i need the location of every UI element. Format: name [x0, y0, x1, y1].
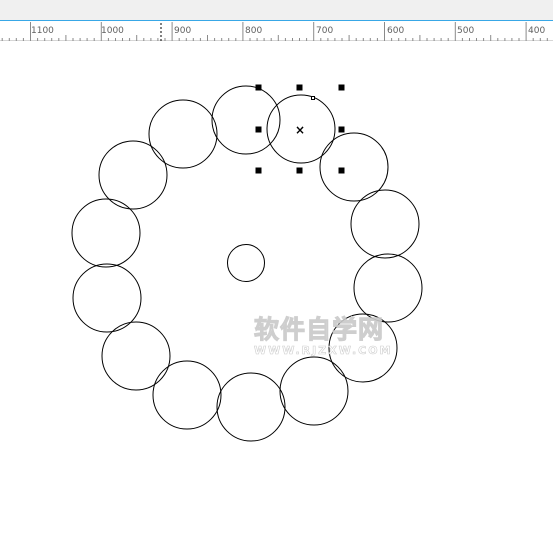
handle-bottom-center[interactable] [296, 167, 303, 174]
center-circle[interactable] [227, 244, 265, 282]
handle-top-center[interactable] [296, 84, 303, 91]
handle-middle-right[interactable] [338, 126, 345, 133]
ruler-label-400: 400 [528, 26, 545, 36]
ruler-label-500: 500 [457, 26, 474, 36]
ruler-graphic: 1100 1000 900 800 700 600 500 400 [1, 22, 548, 41]
ring-circle[interactable] [211, 85, 281, 155]
rotation-center-marker[interactable]: × [295, 123, 305, 137]
ruler-label-600: 600 [387, 26, 404, 36]
ruler-label-1000: 1000 [101, 26, 124, 36]
ring-circle[interactable] [353, 253, 423, 323]
top-toolbar-strip [0, 0, 553, 21]
handle-bottom-left[interactable] [255, 167, 262, 174]
ring-circle[interactable] [216, 372, 286, 442]
ring-circle[interactable] [279, 356, 349, 426]
handle-top-right[interactable] [338, 84, 345, 91]
ruler-label-900: 900 [174, 26, 191, 36]
ruler-label-1100: 1100 [31, 26, 54, 36]
ring-circle[interactable] [72, 263, 142, 333]
ring-circle[interactable] [319, 132, 389, 202]
ring-circle[interactable] [71, 198, 141, 268]
handle-bottom-right[interactable] [338, 167, 345, 174]
handle-middle-left[interactable] [255, 126, 262, 133]
node-handle[interactable] [311, 96, 315, 100]
ring-circle[interactable] [101, 321, 171, 391]
horizontal-ruler[interactable]: 1100 1000 900 800 700 600 500 400 [0, 22, 553, 41]
ring-circle[interactable] [328, 313, 398, 383]
canvas-graphic: × [71, 84, 423, 442]
handle-top-left[interactable] [255, 84, 262, 91]
ring-circle[interactable] [152, 360, 222, 430]
drawing-canvas[interactable]: × [0, 41, 553, 545]
ruler-label-800: 800 [245, 26, 262, 36]
drawing-window: 1100 1000 900 800 700 600 500 400 × 软件自学… [0, 0, 553, 545]
ruler-label-700: 700 [316, 26, 333, 36]
ring-circle[interactable] [148, 99, 218, 169]
